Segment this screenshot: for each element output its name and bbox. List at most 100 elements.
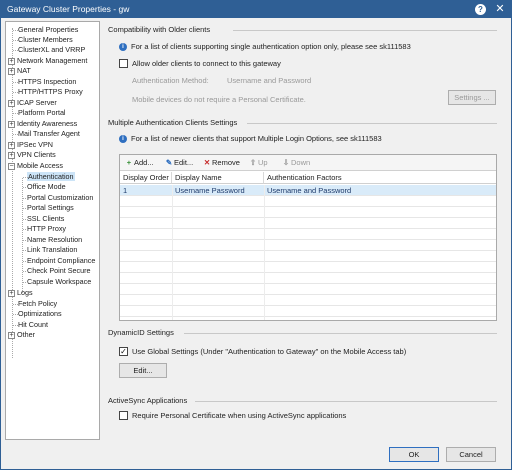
table-row[interactable] (120, 196, 496, 207)
tree-item-label: Office Mode (27, 182, 66, 191)
help-icon[interactable]: ? (475, 4, 486, 15)
tree-item[interactable]: + IPSec VPN (8, 140, 53, 150)
tree-item[interactable]: Mail Transfer Agent (13, 129, 80, 139)
tree-item[interactable]: Check Point Secure (23, 266, 91, 276)
tree-item[interactable]: + NAT (8, 66, 31, 76)
tree-item[interactable]: + Identity Awareness (8, 119, 77, 129)
login-options-grid[interactable]: + Add... ✎ Edit... ✕ Remove ⇧ Up ⇩ Down Displ… (119, 154, 497, 321)
table-row[interactable] (120, 240, 496, 251)
expand-icon[interactable]: + (8, 121, 15, 128)
table-row[interactable] (120, 262, 496, 273)
tree-item[interactable]: Platform Portal (13, 108, 66, 118)
tree-connector (23, 250, 28, 251)
mobile-cert-note: Mobile devices do not require a Personal… (132, 95, 306, 104)
tree-item[interactable]: ClusterXL and VRRP (13, 45, 85, 55)
title-bar[interactable]: Gateway Cluster Properties - gw ? ✕ (1, 1, 511, 18)
tree-item[interactable]: Link Translation (23, 245, 77, 255)
tree-item-label: Fetch Policy (18, 299, 58, 308)
table-row[interactable] (120, 273, 496, 284)
edit-button[interactable]: ✎ Edit... (164, 157, 193, 169)
tree-connector (13, 30, 18, 31)
tree-item-label: Capsule Workspace (27, 277, 92, 286)
expand-icon[interactable]: + (8, 100, 15, 107)
dialog-window: Gateway Cluster Properties - gw ? ✕ Gene… (0, 0, 512, 470)
tree-item[interactable]: HTTP/HTTPS Proxy (13, 87, 83, 97)
navigation-tree[interactable]: General Properties Cluster Members Cluster… (5, 21, 100, 440)
column-divider (172, 185, 173, 320)
remove-button[interactable]: ✕ Remove (202, 157, 240, 169)
expand-icon[interactable]: + (8, 290, 15, 297)
column-header-auth-factors[interactable]: Authentication Factors (264, 172, 496, 184)
expand-icon[interactable]: + (8, 332, 15, 339)
tree-item[interactable]: HTTP Proxy (23, 224, 67, 234)
close-icon[interactable]: ✕ (493, 2, 507, 16)
compat-info-text: For a list of clients supporting single … (131, 42, 411, 51)
table-row[interactable] (120, 284, 496, 295)
tree-item[interactable]: + ICAP Server (8, 98, 57, 108)
section-divider (184, 333, 497, 334)
tree-connector (13, 314, 18, 315)
require-cert-checkbox[interactable] (119, 411, 128, 420)
allow-older-clients-checkbox[interactable] (119, 59, 128, 68)
table-row[interactable] (120, 207, 496, 218)
tree-item-label: Name Resolution (27, 235, 83, 244)
settings-button[interactable]: Settings ... (448, 90, 496, 105)
up-arrow-icon: ⇧ (249, 158, 257, 167)
tree-item[interactable]: Capsule Workspace (23, 277, 92, 287)
tree-item-label: HTTP/HTTPS Proxy (18, 87, 83, 96)
cancel-button[interactable]: Cancel (446, 447, 496, 462)
add-button[interactable]: + Add... (124, 157, 154, 169)
tree-item[interactable]: Authentication (23, 172, 75, 182)
tree-item[interactable]: Cluster Members (13, 35, 73, 45)
tree-item[interactable]: Optimizations (13, 309, 62, 319)
table-row[interactable] (120, 295, 496, 306)
tree-item[interactable]: Portal Customization (23, 193, 93, 203)
tree-connector (23, 271, 28, 272)
tree-item[interactable]: − Mobile Access (8, 161, 63, 171)
table-row[interactable]: 1 Username Password Username and Password (120, 185, 496, 196)
section-divider (195, 401, 497, 402)
table-row[interactable] (120, 218, 496, 229)
tree-item[interactable]: + Network Management (8, 56, 87, 66)
tree-item-label: Portal Settings (27, 203, 74, 212)
tree-item[interactable]: SSL Clients (23, 214, 65, 224)
tree-item[interactable]: HTTPS Inspection (13, 77, 76, 87)
tree-item-label: HTTP Proxy (27, 224, 67, 233)
table-row[interactable] (120, 251, 496, 262)
expand-icon[interactable]: + (8, 142, 15, 149)
collapse-icon[interactable]: − (8, 163, 15, 170)
tree-item[interactable]: General Properties (13, 25, 78, 35)
grid-toolbar: + Add... ✎ Edit... ✕ Remove ⇧ Up ⇩ Down (120, 155, 496, 171)
tree-connector (13, 92, 18, 93)
column-header-display-name[interactable]: Display Name (172, 172, 264, 184)
section-divider (233, 30, 497, 31)
expand-icon[interactable]: + (8, 68, 15, 75)
tree-item-label: IPSec VPN (17, 140, 53, 149)
up-button[interactable]: ⇧ Up (248, 157, 268, 169)
use-global-settings-checkbox[interactable]: ✓ (119, 347, 128, 356)
table-row[interactable] (120, 229, 496, 240)
tree-item[interactable]: Hit Count (13, 320, 48, 330)
down-button[interactable]: ⇩ Down (281, 157, 310, 169)
column-header-display-order[interactable]: Display Order (120, 172, 172, 184)
expand-icon[interactable]: + (8, 152, 15, 159)
tree-item[interactable]: + VPN Clients (8, 150, 56, 160)
tree-item-label: SSL Clients (27, 214, 65, 223)
tree-item[interactable]: Office Mode (23, 182, 66, 192)
ok-button[interactable]: OK (389, 447, 439, 462)
down-arrow-icon: ⇩ (282, 158, 290, 167)
tree-item[interactable]: + Other (8, 330, 35, 340)
table-row[interactable] (120, 306, 496, 317)
auth-method-label: Authentication Method: (132, 76, 209, 85)
dynamicid-edit-button[interactable]: Edit... (119, 363, 167, 378)
tree-item[interactable]: Endpoint Compliance (23, 256, 95, 266)
expand-icon[interactable]: + (8, 58, 15, 65)
tree-connector (13, 134, 18, 135)
tree-item[interactable]: Portal Settings (23, 203, 74, 213)
tree-item[interactable]: Name Resolution (23, 235, 83, 245)
tree-item-label: Authentication (27, 172, 75, 181)
tree-item-label: Cluster Members (18, 35, 73, 44)
tree-item[interactable]: Fetch Policy (13, 299, 58, 309)
x-icon: ✕ (203, 158, 211, 167)
tree-item[interactable]: + Logs (8, 288, 33, 298)
